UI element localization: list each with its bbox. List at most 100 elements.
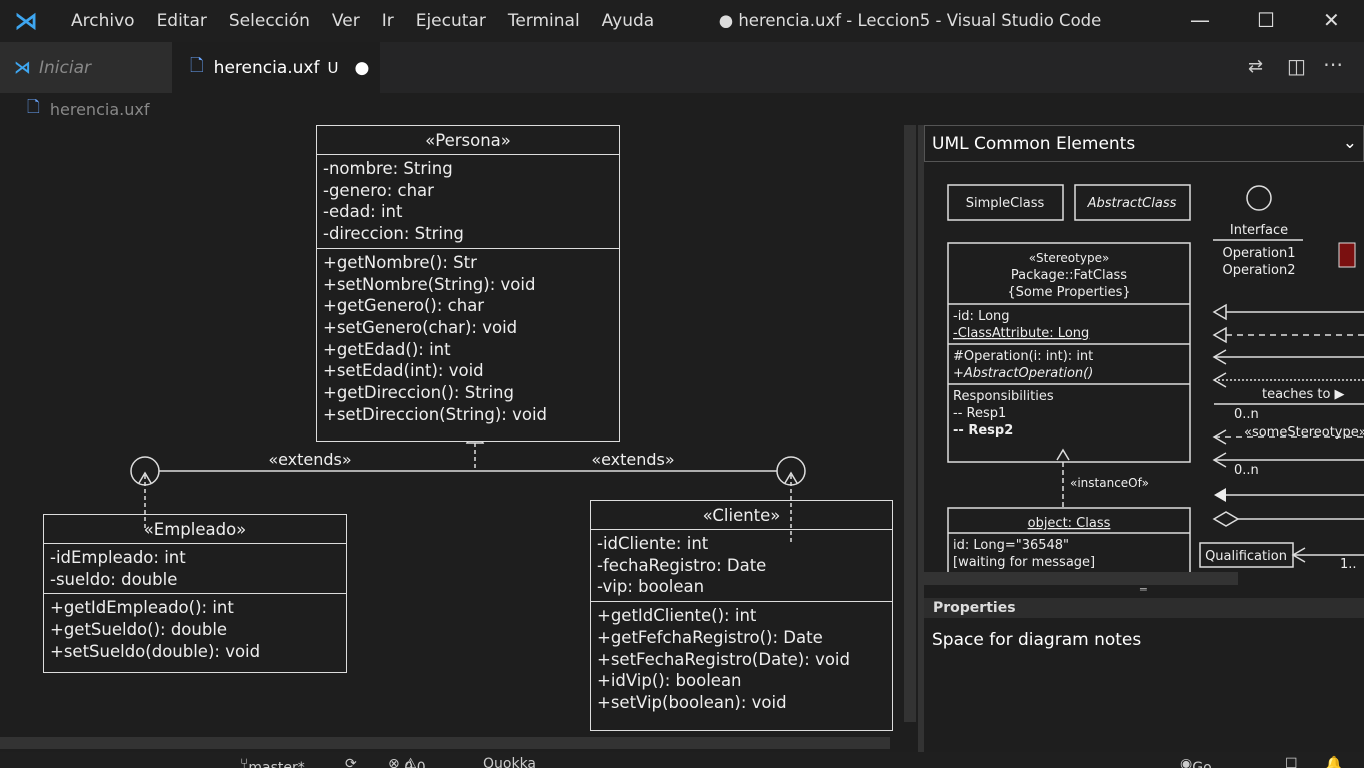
- method: +setVip(boolean): void: [597, 692, 787, 712]
- method: +getIdCliente(): int: [597, 606, 757, 626]
- menu-editar[interactable]: Editar: [146, 11, 218, 31]
- fat-class-name[interactable]: Package::FatClass: [1011, 268, 1127, 283]
- properties-header: Properties: [924, 598, 1364, 618]
- object-attr: id: Long="36548": [953, 538, 1069, 553]
- methods: +getNombre(): Str +setNombre(String): vo…: [317, 247, 619, 429]
- close-button[interactable]: ✕: [1323, 8, 1340, 32]
- abstract-class[interactable]: AbstractClass: [1087, 196, 1177, 211]
- simple-class[interactable]: SimpleClass: [966, 196, 1045, 211]
- method: +setEdad(int): void: [323, 361, 484, 381]
- attribute: -idEmpleado: int: [50, 548, 186, 567]
- menu-ir[interactable]: Ir: [371, 11, 405, 31]
- responsibility: -- Resp1: [953, 406, 1006, 421]
- method: +AbstractOperation(): [953, 366, 1093, 381]
- interface[interactable]: Interface: [1230, 223, 1288, 238]
- properties-text[interactable]: Space for diagram notes: [932, 630, 1141, 650]
- object-state: [waiting for message]: [953, 555, 1095, 570]
- breadcrumb-file[interactable]: herencia.uxf: [50, 100, 150, 119]
- menu-ejecutar[interactable]: Ejecutar: [405, 11, 497, 31]
- more-actions-icon[interactable]: ⋯: [1323, 52, 1343, 76]
- class-name: «Cliente»: [591, 501, 892, 530]
- multiplicity: 0..n: [1234, 407, 1259, 422]
- method: +getDireccion(): String: [323, 383, 514, 403]
- palette-select-value: UML Common Elements: [932, 134, 1136, 154]
- menu-seleccion[interactable]: Selección: [218, 11, 321, 31]
- multiplicity: 0..n: [1234, 463, 1259, 478]
- attribute: -direccion: String: [323, 224, 464, 244]
- tab-bar: ⋊ Iniciar 🗋 herencia.uxf U ● ⇄ ◫ ⋯: [0, 42, 1364, 93]
- menu-terminal[interactable]: Terminal: [497, 11, 591, 31]
- object-name[interactable]: object: Class: [1028, 516, 1111, 531]
- sync-icon[interactable]: ⟳: [345, 756, 357, 768]
- breadcrumb: 🗋 herencia.uxf: [0, 93, 1364, 125]
- branch-status[interactable]: ⑂ master*: [240, 756, 305, 768]
- method: +setGenero(char): void: [323, 317, 518, 337]
- interface-circle-left: [130, 456, 160, 486]
- palette-scrollbar[interactable]: [924, 572, 1238, 585]
- method: +getNombre(): Str: [323, 252, 477, 272]
- resize-handle-icon[interactable]: ═: [1140, 583, 1147, 596]
- method: +setSueldo(double): void: [50, 641, 261, 661]
- attribute: -genero: char: [323, 180, 434, 200]
- method: #Operation(i: int): int: [953, 349, 1093, 364]
- open-changes-icon[interactable]: ⇄: [1248, 56, 1263, 77]
- method: +getIdEmpleado(): int: [50, 598, 234, 618]
- color-swatch: [1338, 242, 1356, 268]
- menu-bar: Archivo Editar Selección Ver Ir Ejecutar…: [60, 11, 665, 31]
- palette-elements[interactable]: SimpleClass AbstractClass Interface Oper…: [924, 162, 1364, 572]
- quokka-status[interactable]: Quokka: [483, 756, 536, 768]
- operation: Operation1: [1223, 246, 1296, 261]
- palette-select[interactable]: UML Common Elements ⌄: [924, 125, 1364, 162]
- class-cliente[interactable]: «Cliente» -idCliente: int -fechaRegistro…: [590, 500, 893, 731]
- vertical-scrollbar[interactable]: [904, 125, 916, 722]
- palette-panel: UML Common Elements ⌄ SimpleClass Abstra…: [924, 125, 1364, 752]
- extends-label-left: «extends»: [268, 450, 351, 469]
- method: +getGenero(): char: [323, 296, 485, 316]
- multiplicity: 1..: [1340, 557, 1357, 572]
- method: +idVip(): boolean: [597, 671, 742, 691]
- responsibilities: Responsibilities: [953, 389, 1054, 404]
- class-name: «Empleado»: [44, 515, 346, 544]
- untracked-badge: U: [327, 58, 339, 77]
- status-bar: ⑂ master* ⟳ ⊗ 0 ⚠ 0 Quokka ◉ Go Live ☐ 🔔: [0, 752, 1364, 768]
- operation: Operation2: [1223, 263, 1296, 278]
- menu-archivo[interactable]: Archivo: [60, 11, 146, 31]
- unsaved-dot-icon[interactable]: ●: [354, 58, 369, 78]
- qualification[interactable]: Qualification: [1205, 549, 1287, 564]
- instanceof-label: «instanceOf»: [1070, 476, 1149, 490]
- error-count: 0: [404, 760, 414, 768]
- vscode-logo-icon: ⋊: [14, 7, 38, 35]
- class-empleado[interactable]: «Empleado» -idEmpleado: int -sueldo: dou…: [43, 514, 347, 673]
- class-persona[interactable]: «Persona» -nombre: String -genero: char …: [316, 125, 620, 442]
- stereotype-label: «someStereotype»: [1244, 425, 1364, 440]
- feedback-icon[interactable]: ☐: [1285, 756, 1298, 768]
- minimize-button[interactable]: —: [1190, 8, 1210, 32]
- maximize-button[interactable]: ☐: [1257, 8, 1275, 32]
- split-editor-icon[interactable]: ◫: [1287, 54, 1306, 78]
- interface-circle-right: [776, 456, 806, 486]
- tab-iniciar[interactable]: ⋊ Iniciar: [0, 42, 172, 93]
- go-live-label: Go Live: [1192, 760, 1212, 768]
- method: +getFefchaRegistro(): Date: [597, 627, 823, 647]
- method: +setDireccion(String): void: [323, 404, 548, 424]
- diagram-canvas[interactable]: «extends» «extends» «Persona» -nombre: S…: [0, 125, 918, 752]
- attribute: -nombre: String: [323, 159, 453, 178]
- title-bar: ⋊ Archivo Editar Selección Ver Ir Ejecut…: [0, 0, 1364, 42]
- attributes: -nombre: String -genero: char -edad: int…: [317, 155, 619, 248]
- branch-name: master*: [248, 760, 305, 768]
- horizontal-scrollbar[interactable]: [0, 737, 890, 749]
- notifications-icon[interactable]: 🔔: [1325, 756, 1342, 768]
- problems-status[interactable]: ⊗ 0 ⚠ 0: [388, 756, 426, 768]
- attribute: -id: Long: [953, 309, 1010, 324]
- methods: +getIdCliente(): int +getFefchaRegistro(…: [591, 601, 892, 717]
- attribute: -sueldo: double: [50, 569, 178, 589]
- attributes: -idCliente: int -fechaRegistro: Date -vi…: [591, 530, 892, 601]
- tab-herencia[interactable]: 🗋 herencia.uxf U ●: [172, 42, 380, 93]
- go-live-button[interactable]: ◉ Go Live: [1180, 756, 1212, 768]
- method: +getEdad(): int: [323, 339, 451, 359]
- file-icon: 🗋: [190, 56, 204, 76]
- tab-label: herencia.uxf: [213, 57, 320, 78]
- menu-ver[interactable]: Ver: [321, 11, 371, 31]
- warning-count: 0: [416, 760, 426, 768]
- attribute: -vip: boolean: [597, 577, 705, 597]
